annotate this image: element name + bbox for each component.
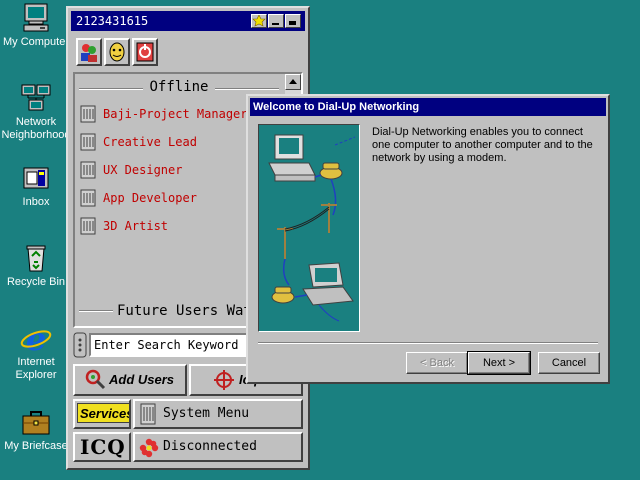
desktop-icon-internet-explorer[interactable]: e Internet Explorer <box>0 322 74 382</box>
contact-offline-icon <box>80 161 96 179</box>
services-button[interactable]: Services <box>73 399 131 429</box>
contact-item[interactable]: App Developer <box>79 188 249 208</box>
dialup-dialog: Welcome to Dial-Up Networking Dial-Up Ne… <box>246 94 610 384</box>
face-toolbar-icon <box>109 42 125 62</box>
face-toolbar-button[interactable] <box>104 38 130 66</box>
wizard-illustration <box>258 124 360 332</box>
desktop-icon-label: Network <box>15 116 57 128</box>
flower-status-icon <box>139 438 159 458</box>
desktop-icon-label: Inbox <box>22 196 50 208</box>
contact-name: 3D Artist <box>103 219 169 233</box>
close-button[interactable] <box>285 14 301 28</box>
status-label: Disconnected <box>163 439 257 454</box>
desktop-icon-label: My Briefcase <box>4 440 68 452</box>
desktop-icon-my-briefcase[interactable]: My Briefcase <box>0 406 74 453</box>
crosshair-icon <box>214 370 234 390</box>
button-separator <box>258 342 598 344</box>
add-users-icon <box>85 369 106 390</box>
arrow-up-icon <box>289 79 297 84</box>
users-toolbar-button[interactable] <box>76 38 102 66</box>
desktop-icon-label: Internet <box>17 356 55 368</box>
system-toolbar-icon <box>136 42 154 62</box>
system-menu-button[interactable]: System Menu <box>133 399 303 429</box>
icq-logo-button[interactable]: ICQ <box>73 432 131 462</box>
contact-offline-icon <box>80 105 96 123</box>
recycle-bin-icon <box>26 245 46 272</box>
minimize-icon <box>272 23 279 25</box>
contact-name: UX Designer <box>103 163 183 177</box>
star-icon <box>252 14 266 27</box>
grip-icon <box>73 332 87 358</box>
minimize-button[interactable] <box>268 14 284 28</box>
contact-item[interactable]: Baji-Project Manager <box>79 104 249 124</box>
desktop-icon-label-line2: Neighborhood <box>1 129 71 141</box>
system-menu-label: System Menu <box>163 406 250 421</box>
dialup-title: Welcome to Dial-Up Networking <box>253 101 420 113</box>
contact-offline-icon <box>80 189 96 207</box>
next-button[interactable]: Next > <box>467 351 531 375</box>
svg-text:e: e <box>26 322 46 354</box>
scroll-up-button[interactable] <box>285 74 301 90</box>
desktop-icon-recycle-bin[interactable]: Recycle Bin <box>0 242 74 289</box>
star-button[interactable] <box>251 14 267 28</box>
search-input[interactable]: Enter Search Keyword <box>89 333 259 357</box>
contact-name: Creative Lead <box>103 135 197 149</box>
system-toolbar-button[interactable] <box>132 38 158 66</box>
computer-icon <box>23 3 49 32</box>
close-icon <box>289 21 296 25</box>
contact-name: App Developer <box>103 191 197 205</box>
desktop-icon-inbox[interactable]: Inbox <box>0 162 74 209</box>
contact-offline-icon <box>80 217 96 235</box>
icq-title: 2123431615 <box>76 14 149 28</box>
back-button[interactable]: < Back <box>406 352 468 374</box>
inbox-icon <box>23 167 49 189</box>
icq-title-bar[interactable]: 2123431615 <box>71 11 305 31</box>
users-toolbar-icon <box>81 44 97 62</box>
desktop-icon-label: My Computer <box>2 36 70 48</box>
contact-item[interactable]: Creative Lead <box>79 132 249 152</box>
add-users-label: Add Users <box>109 372 175 387</box>
offline-group-label: Offline <box>149 79 209 95</box>
status-button[interactable]: Disconnected <box>133 432 303 462</box>
network-icon <box>21 84 51 111</box>
dialup-title-bar[interactable]: Welcome to Dial-Up Networking <box>250 98 606 116</box>
system-menu-icon <box>140 403 156 425</box>
services-label: Services <box>77 403 129 423</box>
contact-name: Baji-Project Manager <box>103 107 248 121</box>
future-users-rule <box>79 310 113 312</box>
icq-logo-text: ICQ <box>80 435 126 459</box>
desktop-icon-network-neighborhood[interactable]: Network Neighborhood <box>0 82 74 142</box>
contact-item[interactable]: 3D Artist <box>79 216 249 236</box>
add-users-button[interactable]: Add Users <box>73 364 187 396</box>
contact-offline-icon <box>80 133 96 151</box>
wizard-description: Dial-Up Networking enables you to connec… <box>372 126 593 164</box>
network-illustration-icon <box>268 134 356 322</box>
offline-group-header[interactable]: Offline <box>79 79 279 95</box>
desktop-icon-my-computer[interactable]: My Computer <box>0 2 74 49</box>
cancel-button[interactable]: Cancel <box>538 352 600 374</box>
desktop-icon-label: Recycle Bin <box>6 276 66 288</box>
briefcase-icon <box>22 411 50 435</box>
contact-item[interactable]: UX Designer <box>79 160 249 180</box>
desktop-icon-label-line2: Explorer <box>15 369 57 381</box>
internet-explorer-icon: e <box>20 322 52 354</box>
